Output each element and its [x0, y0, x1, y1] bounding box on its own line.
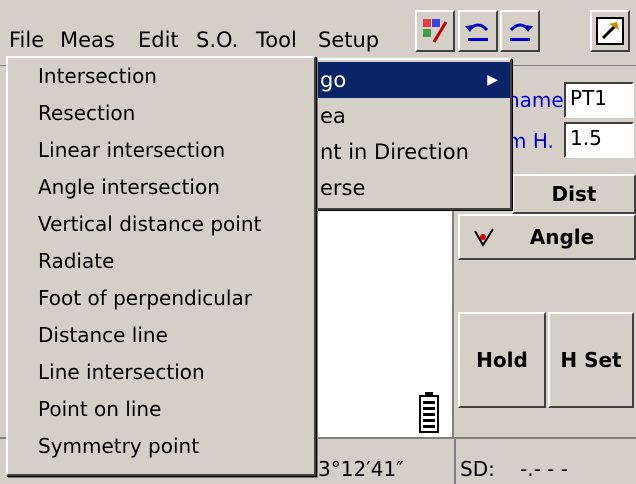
- dist-button[interactable]: Dist: [512, 174, 636, 214]
- map-area[interactable]: [316, 205, 454, 437]
- menu-item-intersection[interactable]: Intersection: [38, 58, 157, 94]
- check-mark-icon: [474, 228, 494, 247]
- hold-label: Hold: [476, 348, 528, 372]
- battery-icon: [419, 392, 439, 433]
- menu-item-line-intersection[interactable]: Line intersection: [38, 354, 205, 390]
- submenu-item-cogo-label: go: [320, 68, 347, 92]
- menu-meas[interactable]: Meas: [60, 28, 115, 52]
- angle-label: Angle: [529, 225, 595, 249]
- cogo-submenu: go ▶ ea nt in Direction erse: [290, 58, 512, 210]
- undo-button[interactable]: [458, 10, 498, 52]
- menu-tool[interactable]: Tool: [256, 28, 297, 52]
- sd-label: SD:: [460, 457, 495, 481]
- point-name-field[interactable]: PT1: [564, 82, 634, 118]
- submenu-item-area[interactable]: ea: [292, 98, 510, 134]
- height-field[interactable]: 1.5: [564, 122, 634, 158]
- menu-item-point-on-line[interactable]: Point on line: [38, 391, 161, 427]
- tool-button[interactable]: [590, 10, 630, 52]
- menu-item-foot-of-perpendicular[interactable]: Foot of perpendicular: [38, 280, 252, 316]
- submenu-item-cogo[interactable]: go ▶: [292, 62, 510, 98]
- dist-label: Dist: [551, 182, 597, 206]
- submenu-item-point-in-direction[interactable]: nt in Direction: [292, 134, 510, 170]
- submenu-item-point-in-direction-label: nt in Direction: [320, 140, 469, 164]
- status-divider: [454, 439, 456, 484]
- redo-button[interactable]: [500, 10, 540, 52]
- height-label: m H.: [507, 129, 554, 153]
- menu-item-vertical-distance-point[interactable]: Vertical distance point: [38, 206, 261, 242]
- sd-value: -.- - -: [520, 457, 568, 481]
- undo-icon: [465, 23, 489, 41]
- hold-button[interactable]: Hold: [458, 312, 546, 408]
- h-set-label: H Set: [560, 348, 622, 372]
- menu-file[interactable]: File: [9, 28, 44, 52]
- menu-item-symmetry-point[interactable]: Symmetry point: [38, 428, 199, 464]
- h-set-button[interactable]: H Set: [548, 312, 634, 408]
- menu-setup[interactable]: Setup: [318, 28, 379, 52]
- submenu-item-area-label: ea: [320, 104, 346, 128]
- color-settings-icon: [423, 19, 448, 43]
- angle-button[interactable]: Angle: [458, 214, 636, 260]
- angle-readout: 3°12′41″: [318, 457, 404, 481]
- point-name-label: name: [507, 88, 564, 112]
- color-settings-button[interactable]: [415, 10, 455, 52]
- submenu-item-traverse-label: erse: [320, 176, 366, 200]
- menu-so[interactable]: S.O.: [196, 28, 238, 52]
- menu-item-resection[interactable]: Resection: [38, 95, 135, 131]
- submenu-item-traverse[interactable]: erse: [292, 170, 510, 206]
- menu-edit[interactable]: Edit: [138, 28, 179, 52]
- menu-item-angle-intersection[interactable]: Angle intersection: [38, 169, 220, 205]
- menu-item-radiate[interactable]: Radiate: [38, 243, 114, 279]
- submenu-arrow-icon: ▶: [487, 72, 498, 88]
- menu-item-linear-intersection[interactable]: Linear intersection: [38, 132, 225, 168]
- hammer-icon: [596, 17, 624, 45]
- cogo-dropdown-menu: Intersection Resection Linear intersecti…: [6, 56, 316, 476]
- menu-item-distance-line[interactable]: Distance line: [38, 317, 168, 353]
- redo-icon: [509, 23, 533, 41]
